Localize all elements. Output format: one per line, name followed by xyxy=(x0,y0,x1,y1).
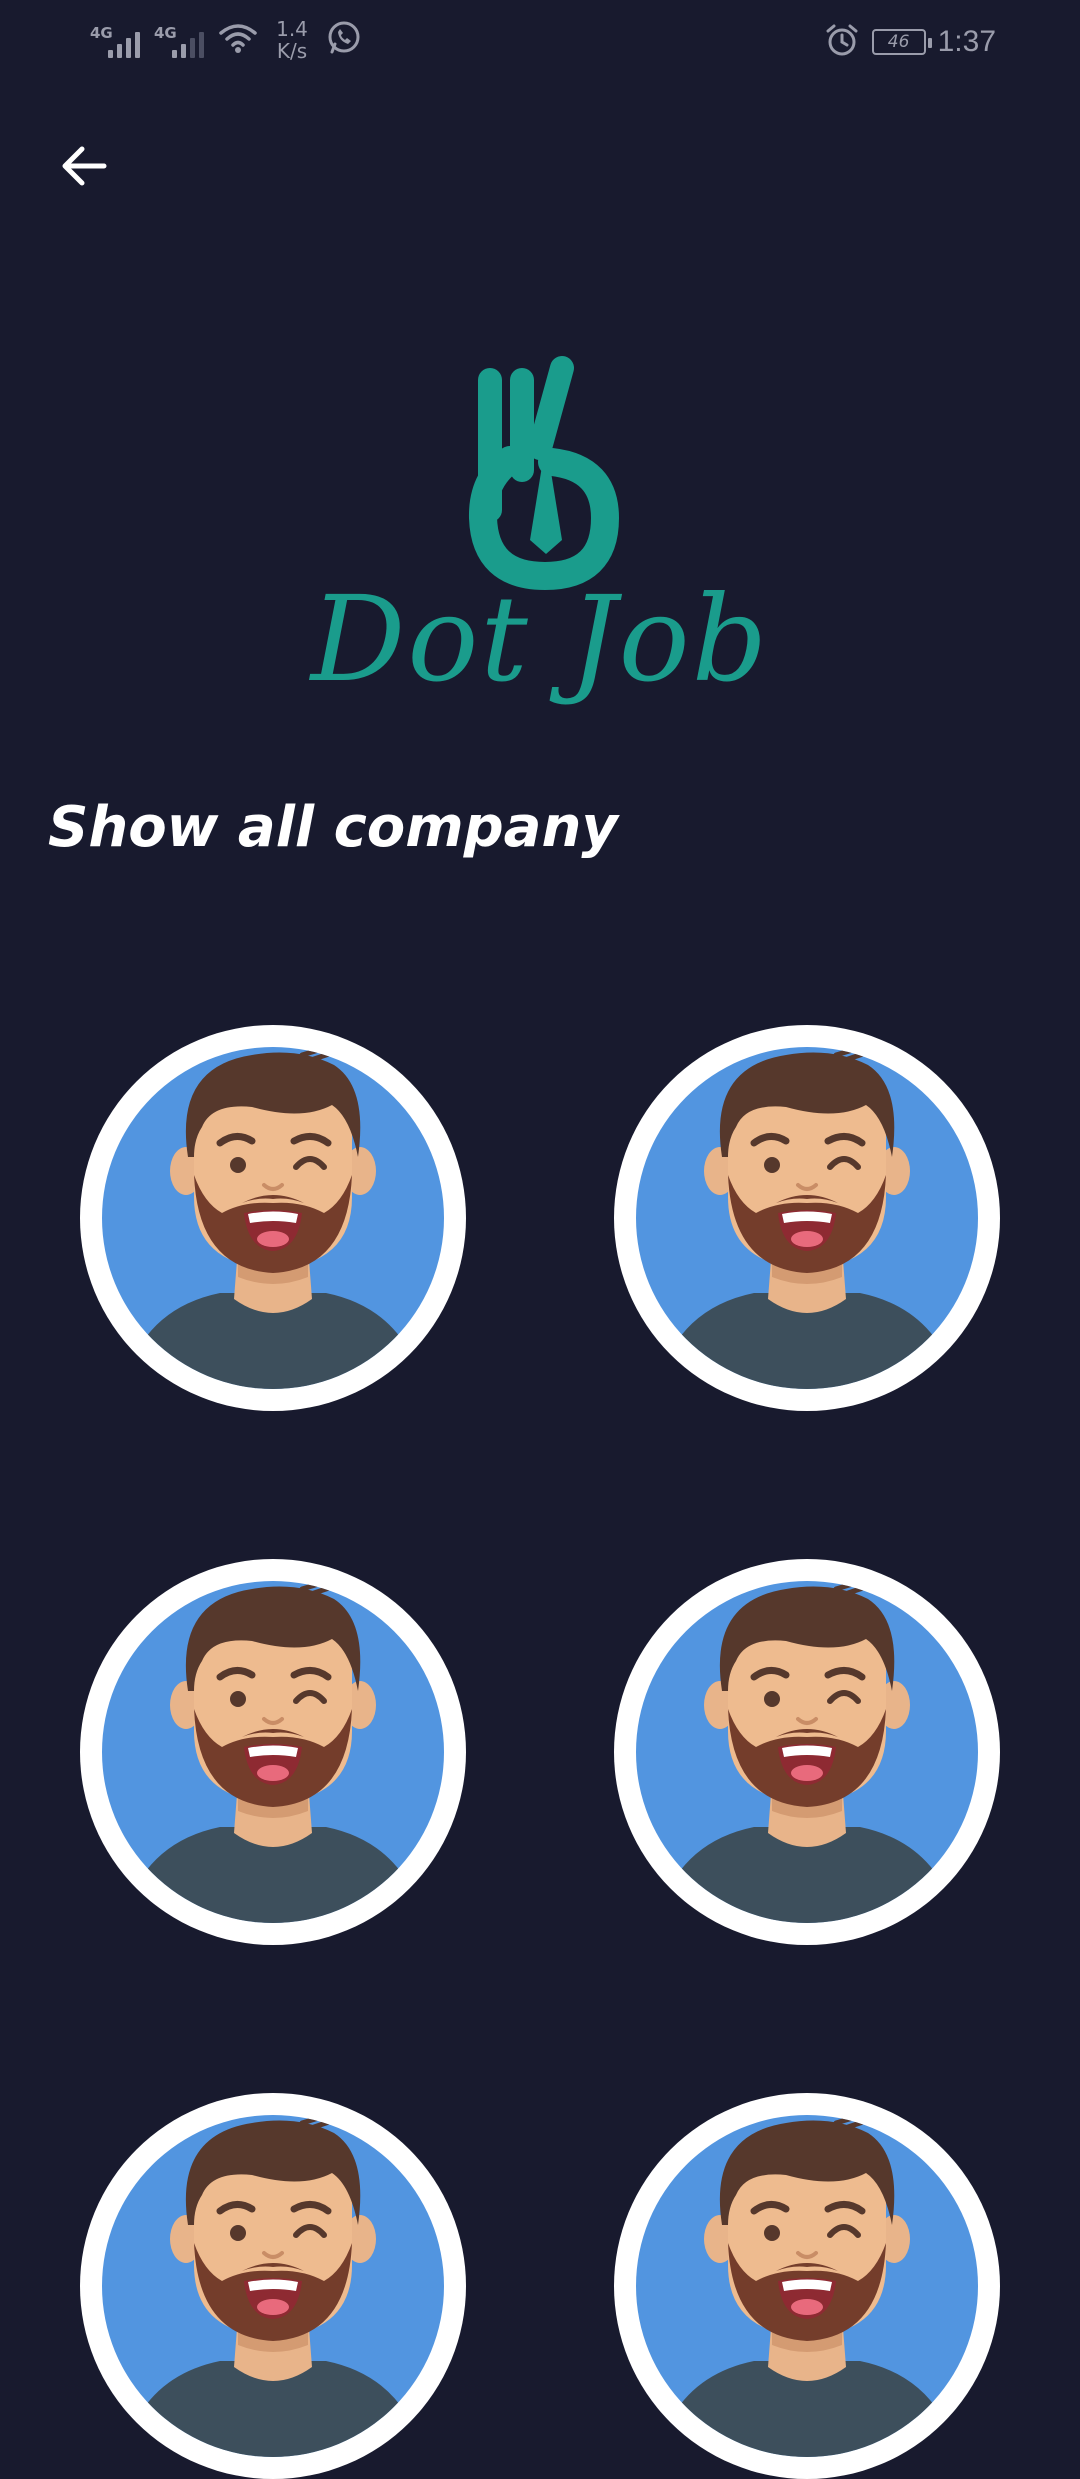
status-right: 46 1:37 xyxy=(824,22,996,62)
battery-level: 46 xyxy=(887,32,910,52)
man-avatar xyxy=(636,2115,978,2457)
app-logo: Dot Job xyxy=(300,350,780,740)
network-speed: 1.4 K/s xyxy=(276,17,308,63)
company-item[interactable] xyxy=(614,2093,1000,2479)
company-item[interactable] xyxy=(80,2093,466,2479)
wifi-icon xyxy=(218,21,258,59)
man-avatar xyxy=(102,1047,444,1389)
logo-text: Dot Job xyxy=(310,570,770,708)
company-item[interactable] xyxy=(614,1025,1000,1411)
company-item[interactable] xyxy=(80,1559,466,1945)
company-item[interactable] xyxy=(614,1559,1000,1945)
company-item[interactable] xyxy=(80,1025,466,1411)
back-button[interactable] xyxy=(44,128,124,208)
alarm-icon xyxy=(824,22,860,62)
signal-icon: 4G xyxy=(90,20,140,60)
whatsapp-icon xyxy=(326,20,362,60)
status-left: 4G 4G 1.4 K/s xyxy=(90,18,362,62)
man-avatar xyxy=(636,1581,978,1923)
section-title: Show all company xyxy=(48,795,618,860)
status-bar: 4G 4G 1.4 K/s 46 1:37 xyxy=(0,0,1080,86)
battery-icon: 46 xyxy=(871,29,932,55)
clock: 1:37 xyxy=(937,25,996,58)
ok-hand-tie-icon xyxy=(469,356,620,590)
man-avatar xyxy=(102,2115,444,2457)
arrow-left-icon xyxy=(56,138,112,198)
man-avatar xyxy=(102,1581,444,1923)
signal-icon: 4G xyxy=(154,20,204,60)
man-avatar xyxy=(636,1047,978,1389)
